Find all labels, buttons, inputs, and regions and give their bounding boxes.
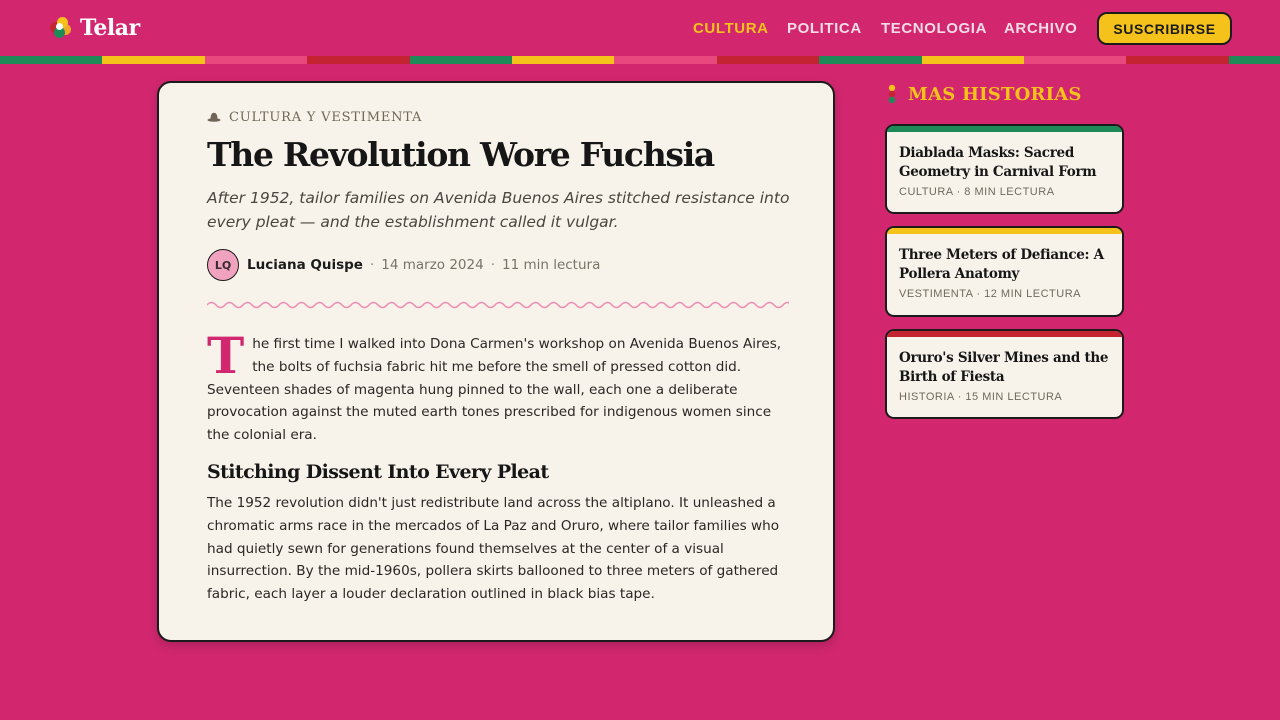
flower-logo-icon	[50, 17, 72, 39]
nav-item-archivo[interactable]: ARCHIVO	[1004, 18, 1077, 40]
top-navigation: Telar CULTURA POLITICA TECNOLOGIA ARCHIV…	[0, 0, 1280, 56]
story-title[interactable]: Three Meters of Defiance: A Pollera Anat…	[899, 246, 1110, 284]
byline: LQ Luciana Quispe · 14 marzo 2024 · 11 m…	[207, 249, 600, 281]
byline-separator: ·	[369, 257, 375, 273]
story-color-bar	[887, 126, 1122, 132]
traffic-dots-icon	[888, 84, 896, 104]
sidebar-title: MAS HISTORIAS	[908, 83, 1082, 105]
article-subheading: Stitching Dissent Into Every Pleat	[207, 461, 549, 483]
article-headline: The Revolution Wore Fuchsia	[207, 135, 715, 174]
story-card[interactable]: Diablada Masks: Sacred Geometry in Carni…	[885, 124, 1124, 214]
article-kicker: CULTURA Y VESTIMENTA	[207, 107, 422, 127]
story-title[interactable]: Diablada Masks: Sacred Geometry in Carni…	[899, 144, 1110, 182]
author-name[interactable]: Luciana Quispe	[247, 257, 363, 273]
story-card[interactable]: Oruro's Silver Mines and the Birth of Fi…	[885, 329, 1124, 419]
story-meta: HISTORIA · 15 MIN LECTURA	[899, 391, 1063, 403]
nav-item-politica[interactable]: POLITICA	[787, 18, 862, 40]
article-paragraph: T he first time I walked into Dona Carme…	[207, 326, 787, 447]
woven-color-stripe	[0, 56, 1280, 64]
article-deck: After 1952, tailor families on Avenida B…	[207, 189, 790, 231]
story-title[interactable]: Oruro's Silver Mines and the Birth of Fi…	[899, 349, 1110, 387]
drop-cap: T	[207, 326, 245, 385]
story-color-bar	[887, 331, 1122, 337]
sidebar-heading: MAS HISTORIAS	[886, 82, 1082, 106]
story-meta: VESTIMENTA · 12 MIN LECTURA	[899, 288, 1081, 300]
hat-icon	[207, 112, 221, 122]
wavy-divider	[207, 301, 789, 309]
byline-separator: ·	[490, 257, 495, 273]
brand-logo[interactable]: Telar	[50, 14, 140, 42]
author-avatar[interactable]: LQ	[207, 249, 239, 281]
nav-item-cultura[interactable]: CULTURA	[693, 18, 769, 40]
read-time: 11 min lectura	[501, 257, 601, 273]
article-paragraph: The 1952 revolution didn't just redistri…	[207, 495, 780, 603]
brand-name: Telar	[80, 15, 140, 41]
kicker-label: CULTURA Y VESTIMENTA	[229, 109, 423, 125]
story-color-bar	[887, 228, 1122, 234]
story-card[interactable]: Three Meters of Defiance: A Pollera Anat…	[885, 226, 1124, 317]
story-meta: CULTURA · 8 MIN LECTURA	[899, 186, 1055, 198]
publish-date: 14 marzo 2024	[381, 257, 484, 273]
article-card: CULTURA Y VESTIMENTA The Revolution Wore…	[157, 81, 835, 642]
subscribe-button[interactable]: SUSCRIBIRSE	[1097, 12, 1232, 45]
nav-item-tecnologia[interactable]: TECNOLOGIA	[881, 18, 987, 40]
paragraph-text: he first time I walked into Dona Carmen'…	[207, 336, 782, 444]
